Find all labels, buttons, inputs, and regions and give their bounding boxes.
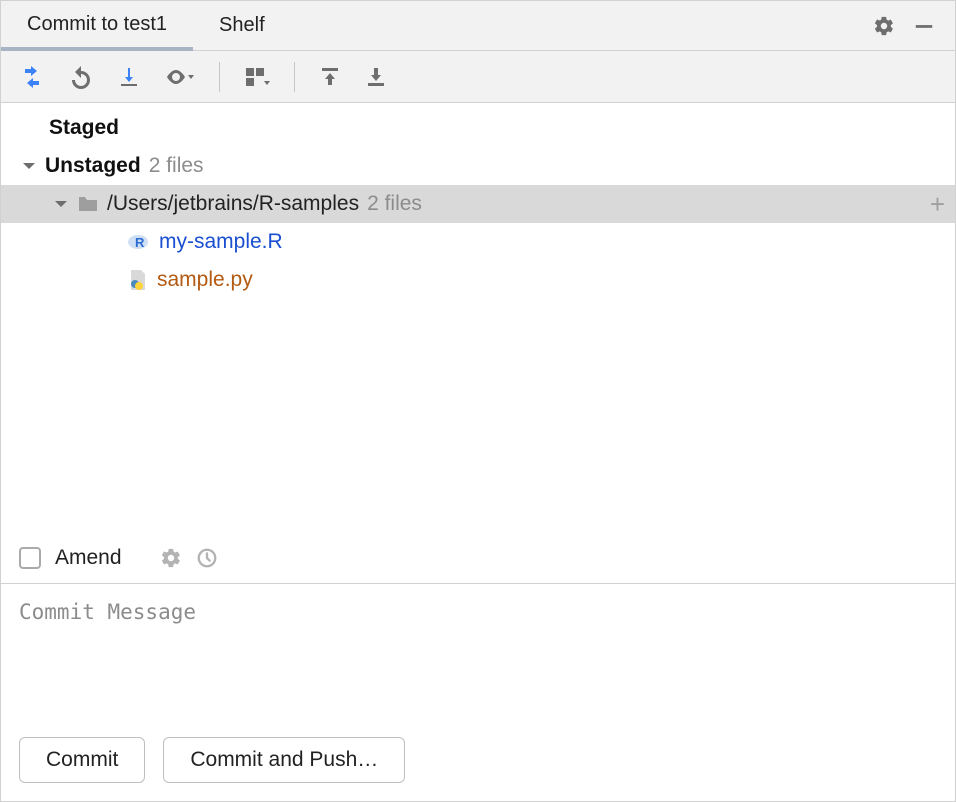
unstaged-count: 2 files — [149, 154, 204, 178]
eye-dropdown-icon[interactable] — [165, 66, 195, 88]
tab-commit[interactable]: Commit to test1 — [1, 2, 193, 51]
gear-icon[interactable] — [873, 15, 895, 37]
file-name: my-sample.R — [159, 230, 283, 254]
amend-bar: Amend — [1, 533, 955, 583]
folder-path: /Users/jetbrains/R-samples — [107, 192, 359, 216]
rollback-icon[interactable] — [69, 65, 93, 89]
svg-text:R: R — [135, 235, 145, 250]
chevron-down-icon[interactable] — [53, 196, 69, 212]
tabs-bar: Commit to test1 Shelf — [1, 1, 955, 51]
group-by-icon[interactable] — [244, 66, 270, 88]
collapse-all-icon[interactable] — [365, 66, 387, 88]
folder-count: 2 files — [367, 192, 422, 216]
chevron-down-icon[interactable] — [21, 158, 37, 174]
refresh-arrows-icon[interactable] — [19, 66, 45, 88]
commit-toolbar — [1, 51, 955, 103]
commit-message-input[interactable] — [19, 600, 937, 707]
commit-and-push-button[interactable]: Commit and Push… — [163, 737, 405, 783]
tab-shelf[interactable]: Shelf — [193, 1, 291, 50]
amend-checkbox[interactable] — [19, 547, 41, 569]
download-icon[interactable] — [117, 65, 141, 89]
changes-tree: Staged Unstaged 2 files /Users/jetbrains… — [1, 103, 955, 533]
gear-icon[interactable] — [160, 547, 182, 569]
file-name: sample.py — [157, 268, 253, 292]
folder-icon — [77, 195, 99, 213]
amend-label: Amend — [55, 546, 122, 570]
commit-button-bar: Commit Commit and Push… — [1, 723, 955, 801]
tab-commit-label: Commit to test1 — [27, 13, 167, 36]
unstaged-section[interactable]: Unstaged 2 files — [1, 147, 955, 185]
file-row-py[interactable]: sample.py — [1, 261, 955, 299]
staged-section[interactable]: Staged — [1, 109, 955, 147]
toolbar-separator — [219, 62, 220, 92]
expand-all-icon[interactable] — [319, 66, 341, 88]
minimize-icon[interactable] — [913, 15, 935, 37]
add-icon[interactable]: + — [930, 189, 945, 220]
commit-message-area — [1, 583, 955, 723]
staged-label: Staged — [49, 116, 119, 140]
unstaged-label: Unstaged — [45, 154, 141, 178]
r-file-icon: R — [127, 232, 151, 252]
file-row-r[interactable]: R my-sample.R — [1, 223, 955, 261]
tab-shelf-label: Shelf — [219, 14, 265, 37]
python-file-icon — [127, 269, 149, 291]
toolbar-separator — [294, 62, 295, 92]
folder-row[interactable]: /Users/jetbrains/R-samples 2 files + — [1, 185, 955, 223]
history-icon[interactable] — [196, 547, 218, 569]
commit-button[interactable]: Commit — [19, 737, 145, 783]
